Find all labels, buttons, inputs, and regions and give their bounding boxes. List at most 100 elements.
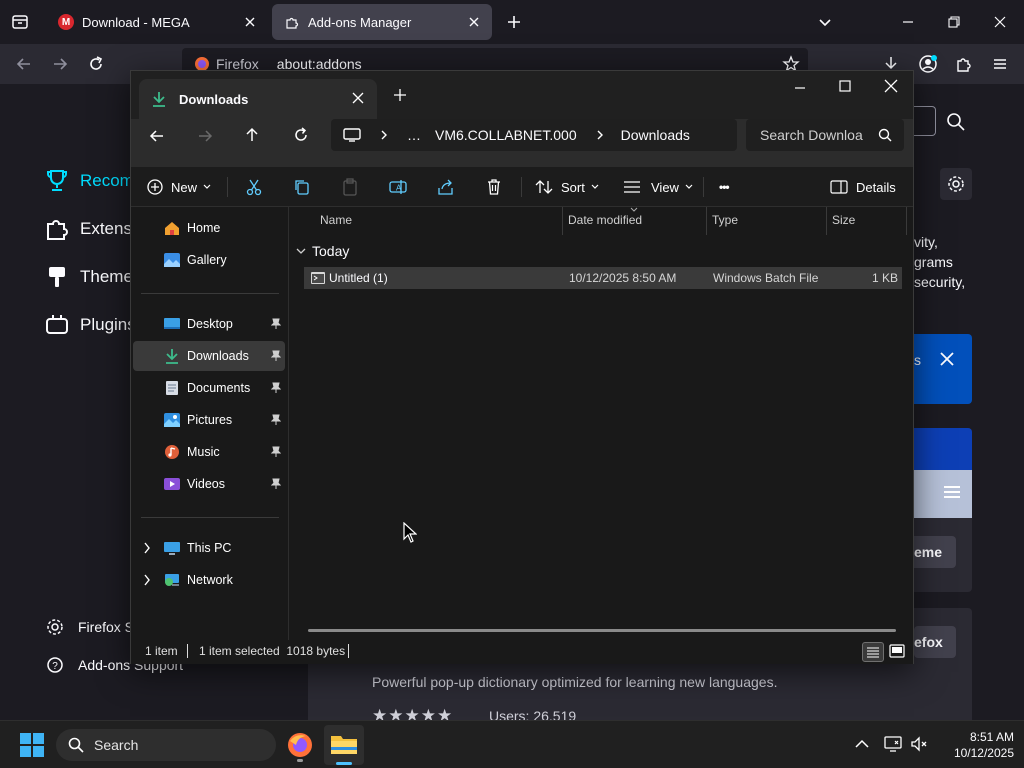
close-tab-icon[interactable] bbox=[351, 91, 365, 105]
more-options-ellipsis-icon[interactable]: ••• bbox=[719, 173, 730, 201]
explorer-tab-downloads[interactable]: Downloads bbox=[139, 79, 377, 119]
taskbar-search-box[interactable]: Search bbox=[56, 729, 276, 761]
nav-item-home[interactable]: Home bbox=[133, 213, 285, 243]
cut-scissors-icon[interactable] bbox=[245, 173, 263, 201]
details-view-icon[interactable] bbox=[862, 642, 884, 662]
firefox-taskbar-icon[interactable] bbox=[286, 731, 316, 762]
close-tab-icon[interactable] bbox=[466, 14, 482, 30]
up-arrow-icon[interactable] bbox=[244, 127, 260, 143]
breadcrumb-overflow[interactable]: … bbox=[407, 127, 421, 143]
new-tab-plus-icon[interactable] bbox=[393, 88, 407, 102]
nav-item-music[interactable]: Music bbox=[133, 437, 285, 467]
back-arrow-icon[interactable] bbox=[10, 50, 38, 78]
add-to-firefox-button[interactable]: efox bbox=[914, 626, 956, 658]
paste-clipboard-icon[interactable] bbox=[341, 173, 359, 201]
maximize-icon[interactable] bbox=[838, 79, 852, 93]
column-header-date-modified[interactable]: Date modified bbox=[568, 213, 642, 227]
category-themes[interactable]: Themes bbox=[44, 262, 141, 292]
share-icon[interactable] bbox=[437, 173, 455, 201]
addon-description: Powerful pop-up dictionary optimized for… bbox=[372, 674, 778, 690]
column-header-size[interactable]: Size bbox=[832, 213, 855, 227]
nav-item-this-pc[interactable]: This PC bbox=[133, 533, 285, 563]
copy-icon[interactable] bbox=[293, 173, 311, 201]
nav-item-pictures[interactable]: Pictures bbox=[133, 405, 285, 435]
refresh-icon[interactable] bbox=[293, 127, 309, 143]
horizontal-scrollbar[interactable] bbox=[308, 629, 896, 632]
close-window-icon[interactable] bbox=[884, 79, 898, 93]
list-all-tabs-chevron-icon[interactable] bbox=[811, 8, 839, 36]
status-bar: 1 item 1 item selected 1018 bytes bbox=[131, 640, 913, 664]
column-headers: Name Date modified Type Size bbox=[290, 207, 913, 235]
details-pane-button[interactable]: Details bbox=[830, 173, 896, 201]
nav-item-desktop[interactable]: Desktop bbox=[133, 309, 285, 339]
file-row[interactable]: Untitled (1) 10/12/2025 8:50 AM Windows … bbox=[304, 267, 902, 289]
minimize-icon[interactable] bbox=[894, 8, 922, 36]
sort-button[interactable]: Sort bbox=[535, 173, 599, 201]
start-windows-icon[interactable] bbox=[20, 733, 44, 757]
pin-icon[interactable] bbox=[271, 382, 281, 394]
delete-trash-icon[interactable] bbox=[485, 173, 503, 201]
reload-icon[interactable] bbox=[82, 50, 110, 78]
network-tray-icon[interactable] bbox=[884, 735, 902, 753]
breadcrumb-item-vm6[interactable]: VM6.COLLABNET.000 bbox=[435, 127, 577, 143]
column-header-name[interactable]: Name bbox=[320, 213, 352, 227]
firefox-settings-link[interactable]: Firefox S bbox=[46, 618, 134, 636]
chevron-right-icon[interactable] bbox=[143, 542, 151, 554]
hamburger-menu-icon[interactable] bbox=[986, 50, 1014, 78]
download-arrow-icon bbox=[151, 91, 167, 107]
volume-muted-icon[interactable] bbox=[910, 735, 928, 753]
pin-icon[interactable] bbox=[271, 446, 281, 458]
back-arrow-icon[interactable] bbox=[149, 128, 165, 144]
close-icon[interactable] bbox=[940, 352, 954, 366]
account-avatar-icon[interactable] bbox=[914, 50, 942, 78]
tools-gear-button[interactable] bbox=[940, 168, 972, 200]
pin-icon[interactable] bbox=[271, 350, 281, 362]
forward-arrow-icon[interactable] bbox=[197, 128, 213, 144]
chevron-right-icon[interactable] bbox=[379, 129, 389, 141]
group-label: Today bbox=[312, 243, 350, 259]
breadcrumb[interactable]: … VM6.COLLABNET.000 Downloads bbox=[331, 119, 737, 151]
tab-addons-manager[interactable]: Add-ons Manager bbox=[272, 4, 492, 40]
firefox-view-icon[interactable] bbox=[6, 8, 34, 36]
pin-icon[interactable] bbox=[271, 318, 281, 330]
new-button[interactable]: New bbox=[147, 173, 211, 201]
view-label: View bbox=[651, 179, 679, 195]
chevron-right-icon[interactable] bbox=[143, 574, 151, 586]
rename-icon[interactable]: A bbox=[389, 173, 407, 201]
chevron-up-icon[interactable] bbox=[855, 739, 869, 749]
tab-mega-download[interactable]: M Download - MEGA bbox=[46, 4, 268, 40]
search-input[interactable]: Search Downloa bbox=[746, 119, 904, 151]
column-divider[interactable] bbox=[826, 207, 827, 235]
tiles-view-icon[interactable] bbox=[889, 644, 905, 658]
restore-icon[interactable] bbox=[940, 8, 968, 36]
nav-item-downloads[interactable]: Downloads bbox=[133, 341, 285, 371]
this-pc-monitor-icon[interactable] bbox=[343, 127, 361, 143]
chevron-right-icon[interactable] bbox=[595, 129, 605, 141]
column-header-type[interactable]: Type bbox=[712, 213, 738, 227]
forward-arrow-icon[interactable] bbox=[46, 50, 74, 78]
close-tab-icon[interactable] bbox=[242, 14, 258, 30]
file-explorer-taskbar-icon[interactable] bbox=[324, 725, 364, 765]
close-window-icon[interactable] bbox=[986, 8, 1014, 36]
nav-item-gallery[interactable]: Gallery bbox=[133, 245, 285, 275]
minimize-icon[interactable] bbox=[793, 81, 807, 95]
nav-item-videos[interactable]: Videos bbox=[133, 469, 285, 499]
extensions-puzzle-icon[interactable] bbox=[950, 50, 978, 78]
column-divider[interactable] bbox=[906, 207, 907, 235]
column-divider[interactable] bbox=[706, 207, 707, 235]
column-divider[interactable] bbox=[562, 207, 563, 235]
nav-label: Pictures bbox=[187, 413, 233, 427]
nav-item-documents[interactable]: Documents bbox=[133, 373, 285, 403]
search-icon[interactable] bbox=[946, 112, 966, 132]
view-button[interactable]: View bbox=[623, 173, 693, 201]
clock[interactable]: 8:51 AM 10/12/2025 bbox=[930, 729, 1014, 761]
pin-icon[interactable] bbox=[271, 414, 281, 426]
category-plugins[interactable]: Plugins bbox=[44, 310, 136, 340]
pin-icon[interactable] bbox=[271, 478, 281, 490]
theme-card-preview[interactable]: eme bbox=[914, 428, 972, 592]
enable-theme-button[interactable]: eme bbox=[914, 536, 956, 568]
breadcrumb-item-downloads[interactable]: Downloads bbox=[621, 127, 690, 143]
new-tab-plus-icon[interactable] bbox=[500, 8, 528, 36]
group-header-today[interactable]: Today bbox=[296, 241, 349, 261]
nav-item-network[interactable]: Network bbox=[133, 565, 285, 595]
